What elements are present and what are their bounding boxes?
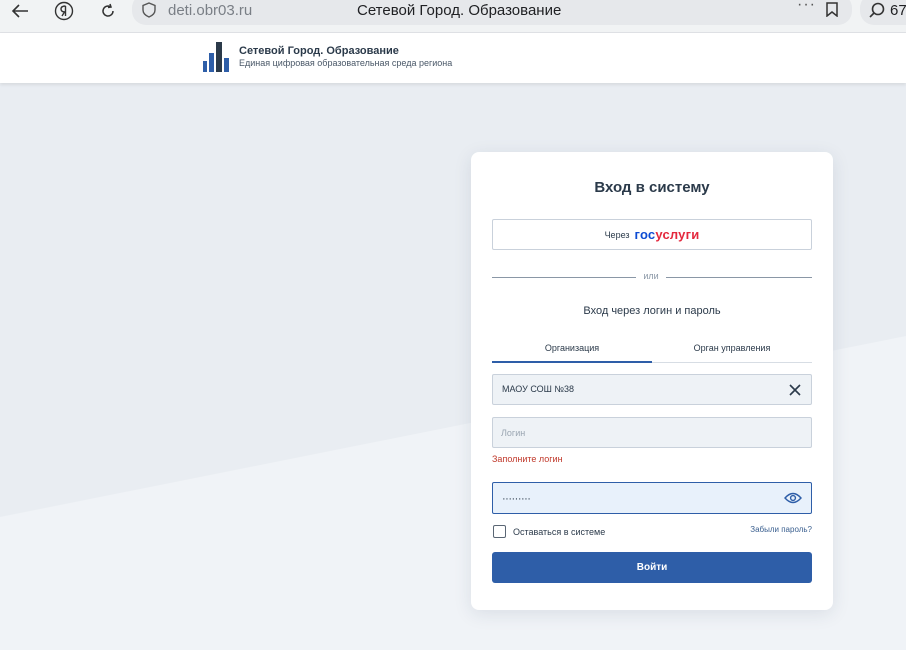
site-header: Сетевой Город. Образование Единая цифров… [0,33,906,83]
divider-line [492,277,636,278]
brand-subtitle: Единая цифровая образовательная среда ре… [239,58,453,68]
remember-checkbox[interactable] [493,525,506,538]
gosuslugi-prefix: Через [604,229,630,240]
url-text[interactable]: deti.obr03.ru [168,2,252,19]
more-icon[interactable]: ··· [797,0,816,14]
extension-count: 67 [890,2,906,19]
password-value: ········· [502,493,531,505]
bookmark-icon[interactable] [826,2,838,22]
browser-toolbar: deti.obr03.ru Сетевой Город. Образование… [0,0,906,33]
shield-icon[interactable] [142,2,156,23]
login-caption: Вход через логин и пароль [583,305,721,317]
remember-me[interactable]: Оставаться в системе [493,525,605,538]
login-input[interactable] [493,418,811,447]
divider-line [666,277,812,278]
eye-icon[interactable] [784,492,802,504]
reload-icon[interactable] [94,0,122,22]
extension-button[interactable]: 67 [860,0,906,25]
organization-select[interactable]: МАОУ СОШ №38 [492,374,812,405]
tab-organization[interactable]: Организация [492,338,652,363]
password-field[interactable]: ········· [492,482,812,514]
login-type-tabs: Организация Орган управления [492,338,812,363]
login-title: Вход в систему [594,179,710,196]
search-icon [868,2,886,23]
tab-management-body[interactable]: Орган управления [652,338,812,363]
clear-icon[interactable] [789,384,801,396]
login-field[interactable] [492,417,812,448]
divider-text: или [643,271,659,281]
page-title-text: Сетевой Город. Образование [357,2,562,19]
forgot-password-link[interactable]: Забыли пароль? [750,525,812,534]
login-error-message: Заполните логин [492,454,563,464]
or-divider: или [492,271,812,283]
gosuslugi-login-button[interactable]: Через госуслуги [492,219,812,250]
brand-title[interactable]: Сетевой Город. Образование [239,45,399,57]
back-arrow-icon[interactable] [6,0,34,22]
address-bar[interactable]: deti.obr03.ru Сетевой Город. Образование… [132,0,852,25]
gosuslugi-logo: госуслуги [635,227,700,242]
remember-label[interactable]: Оставаться в системе [513,527,605,537]
organization-value: МАОУ СОШ №38 [502,384,575,394]
site-logo-icon[interactable] [203,42,229,72]
gosuslugi-logo-part2: услуги [655,227,700,242]
login-card: Вход в систему Через госуслуги или Вход … [471,152,833,610]
gosuslugi-logo-part1: гос [634,227,656,242]
login-submit-button[interactable]: Войти [492,552,812,583]
yandex-icon[interactable] [50,0,78,22]
